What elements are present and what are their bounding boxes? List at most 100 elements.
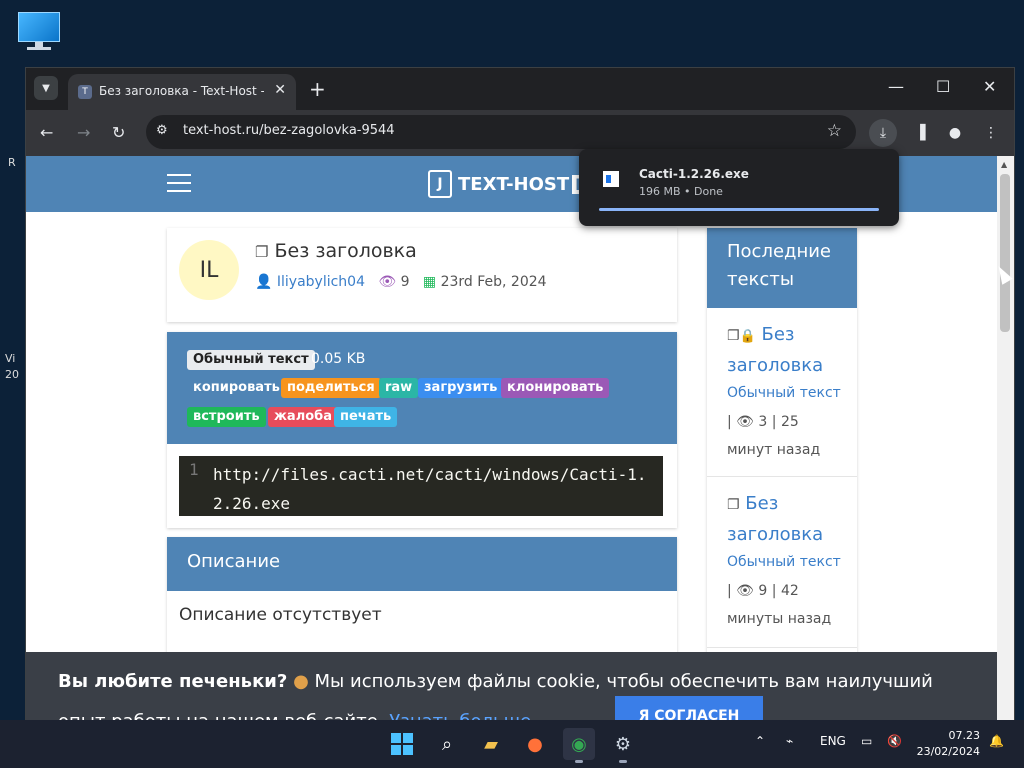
- volume-muted-icon[interactable]: 🔇: [887, 734, 902, 748]
- address-url[interactable]: text-host.ru/bez-zagolovka-9544: [183, 123, 395, 138]
- profile-icon[interactable]: ●: [941, 119, 969, 147]
- recent-item-title-text[interactable]: Без заголовка: [727, 493, 823, 545]
- clock-date: 23/02/2024: [916, 745, 980, 758]
- network-offline-icon[interactable]: ⌁: [786, 734, 793, 748]
- tray-chevron-up-icon[interactable]: ⌃: [755, 734, 765, 748]
- site-logo[interactable]: J TEXT-HOST RU: [428, 170, 604, 198]
- post-header-card: IL ❐ Без заголовка 👤 Iliyabylich04 👁 9 ▦…: [167, 228, 677, 322]
- cookie-agree-button[interactable]: Я СОГЛАСЕН: [615, 696, 763, 721]
- system-clock[interactable]: 07.23 23/02/2024: [908, 728, 980, 760]
- chrome-icon[interactable]: ◉: [563, 728, 595, 763]
- computer-desktop-icon[interactable]: [16, 10, 62, 50]
- copy-doc-icon: ❐: [255, 243, 269, 261]
- download-progress-bar: [599, 208, 879, 211]
- firefox-icon[interactable]: ●: [519, 728, 551, 760]
- maximize-icon[interactable]: ☐: [936, 77, 950, 96]
- notification-bell-icon[interactable]: 🔔: [989, 734, 1004, 748]
- recent-texts-panel: Последние тексты ❐🔒 Без заголовка Обычны…: [707, 228, 857, 658]
- downloads-icon[interactable]: ⤓: [869, 119, 897, 147]
- eye-icon: 👁: [736, 582, 754, 599]
- download-bubble: Cacti-1.2.26.exe 196 MB • Done: [579, 149, 899, 226]
- copy-doc-icon: ❐: [727, 497, 740, 513]
- tab-active[interactable]: T Без заголовка - Text-Host - тек ✕: [68, 74, 296, 110]
- line-number: 1: [189, 460, 199, 479]
- cookie-icon: ●: [293, 671, 309, 692]
- author-link[interactable]: Iliyabylich04: [277, 274, 365, 290]
- user-icon: 👤: [255, 274, 273, 290]
- copy-doc-icon: ❐: [727, 328, 740, 344]
- close-window-icon[interactable]: ✕: [983, 77, 996, 96]
- scroll-up-arrow-icon[interactable]: ▲: [1001, 160, 1007, 169]
- copy-button[interactable]: копировать: [187, 378, 286, 398]
- eye-icon: 👁: [378, 274, 397, 290]
- code-block[interactable]: 1 http://files.cacti.net/cacti/windows/C…: [179, 456, 663, 516]
- desktop-text-fragment: 20: [5, 368, 19, 381]
- back-arrow-icon[interactable]: ←: [40, 123, 53, 142]
- cookie-lead: Вы любите печеньки?: [58, 671, 288, 692]
- description-title: Описание: [187, 551, 281, 572]
- size-label: 0.05 KB: [311, 351, 366, 367]
- clock-time: 07.23: [948, 729, 981, 742]
- clone-button[interactable]: клонировать: [501, 378, 610, 398]
- recent-item-views: 9: [758, 582, 768, 599]
- file-exe-icon: [603, 171, 619, 187]
- list-item[interactable]: ❐ Без заголовка Обычный текст | 👁 9 | 42…: [707, 477, 857, 648]
- bookmark-star-icon[interactable]: ☆: [827, 121, 842, 141]
- hamburger-menu-icon[interactable]: [167, 174, 191, 192]
- paste-content-card: Обычный текст 0.05 KB копировать поделит…: [167, 332, 677, 528]
- menu-kebab-icon[interactable]: ⋮: [977, 119, 1005, 147]
- search-icon[interactable]: ⌕: [431, 728, 463, 760]
- logo-text: TEXT-HOST: [458, 173, 570, 195]
- cookie-message: Вы любите печеньки? ● Мы используем файл…: [58, 662, 958, 721]
- download-status: 196 MB • Done: [639, 185, 723, 198]
- address-bar[interactable]: ⚙ text-host.ru/bez-zagolovka-9544 ☆: [146, 115, 856, 149]
- calendar-icon: ▦: [422, 274, 437, 290]
- site-favicon-icon: T: [78, 85, 92, 99]
- reload-icon[interactable]: ↻: [112, 123, 125, 142]
- recent-texts-title: Последние тексты: [727, 241, 832, 290]
- settings-gear-icon[interactable]: ⚙: [607, 728, 639, 763]
- download-button[interactable]: загрузить: [418, 378, 504, 398]
- post-date: 23rd Feb, 2024: [440, 274, 547, 290]
- tab-title: Без заголовка - Text-Host - тек: [99, 84, 264, 98]
- list-item[interactable]: ❐🔒 Без заголовка Обычный текст | 👁 3 | 2…: [707, 308, 857, 477]
- eye-icon: 👁: [736, 413, 754, 430]
- avatar: IL: [179, 240, 239, 300]
- recent-item-type[interactable]: Обычный текст: [727, 554, 841, 570]
- report-button[interactable]: жалоба: [268, 407, 339, 427]
- recent-item-title[interactable]: ❐ Без заголовка: [727, 489, 847, 549]
- raw-button[interactable]: raw: [379, 378, 419, 398]
- share-button[interactable]: поделиться: [281, 378, 381, 398]
- site-info-icon[interactable]: ⚙: [156, 123, 174, 141]
- post-title: ❐ Без заголовка: [255, 240, 417, 262]
- recent-item-title[interactable]: ❐🔒 Без заголовка: [727, 320, 847, 380]
- tab-close-icon[interactable]: ✕: [274, 82, 286, 98]
- recent-item-type[interactable]: Обычный текст: [727, 385, 841, 401]
- side-panel-icon[interactable]: ▐: [906, 119, 934, 147]
- recent-item-meta: Обычный текст | 👁 9 | 42 минуты назад: [727, 554, 841, 627]
- input-language[interactable]: ENG: [820, 734, 846, 748]
- desktop-text-fragment: R: [8, 156, 16, 169]
- minimize-icon[interactable]: —: [888, 77, 904, 96]
- embed-button[interactable]: встроить: [187, 407, 266, 427]
- start-button[interactable]: [386, 728, 418, 760]
- remote-display-icon[interactable]: ▭: [861, 734, 872, 748]
- print-button[interactable]: печать: [334, 407, 398, 427]
- tab-search-button[interactable]: ▼: [34, 76, 58, 100]
- download-file-name[interactable]: Cacti-1.2.26.exe: [639, 167, 749, 181]
- description-header: Описание: [167, 537, 677, 591]
- post-meta: 👤 Iliyabylich04 👁 9 ▦ 23rd Feb, 2024: [255, 274, 547, 290]
- forward-arrow-icon[interactable]: →: [77, 123, 90, 142]
- file-explorer-icon[interactable]: ▰: [475, 728, 507, 760]
- post-title-text: Без заголовка: [274, 240, 417, 262]
- chevron-down-icon: ▼: [42, 82, 50, 94]
- tab-strip: ▼ T Без заголовка - Text-Host - тек ✕ + …: [26, 68, 1014, 110]
- page-scrollbar[interactable]: ▲: [997, 156, 1014, 721]
- cookie-banner: Вы любите печеньки? ● Мы используем файл…: [26, 652, 997, 721]
- recent-item-meta: Обычный текст | 👁 3 | 25 минут назад: [727, 385, 841, 458]
- new-tab-plus-icon[interactable]: +: [309, 77, 326, 101]
- lock-icon: 🔒: [739, 329, 756, 344]
- type-badge: Обычный текст: [187, 350, 315, 370]
- scrollbar-thumb[interactable]: [1000, 174, 1010, 332]
- code-text[interactable]: http://files.cacti.net/cacti/windows/Cac…: [213, 460, 659, 518]
